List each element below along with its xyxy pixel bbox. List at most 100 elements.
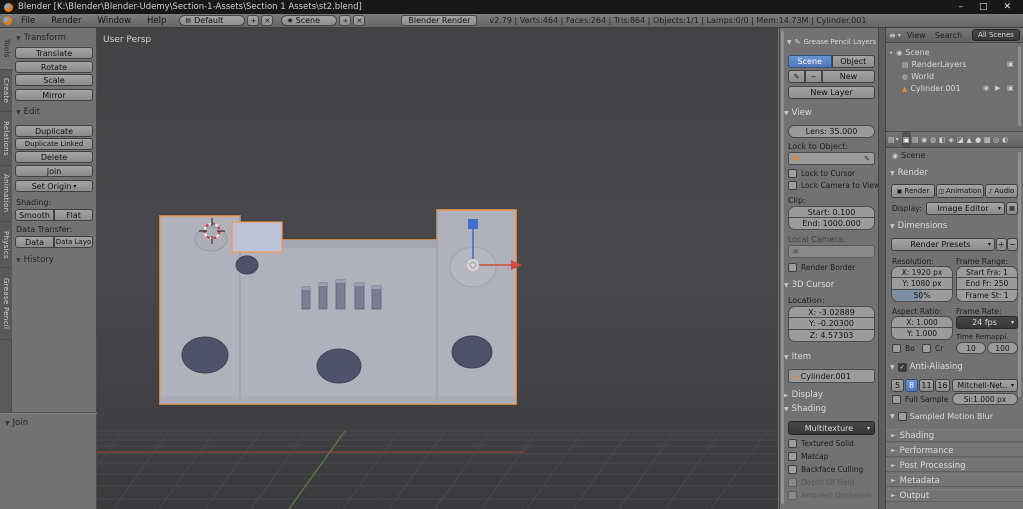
3d-cursor-panel-header[interactable]: ▼ 3D Cursor — [784, 280, 834, 290]
depth-of-field-checkbox[interactable]: Depth Of Field — [788, 478, 854, 487]
tab-scene-icon[interactable]: ◉ — [920, 132, 929, 147]
shading-panel-header[interactable]: ▼ Shading — [784, 404, 826, 414]
ambient-occlusion-checkbox[interactable]: Ambient Occlusion — [788, 491, 871, 500]
shading-collapsed-panel-header[interactable]: ► Shading — [886, 429, 1023, 442]
matcap-checkbox[interactable]: Matcap — [788, 452, 829, 461]
join-button[interactable]: Join — [15, 165, 93, 177]
aa-filter-select[interactable]: Mitchell-Net.. ▾ — [952, 379, 1018, 392]
tab-particles-icon[interactable]: ◎ — [992, 132, 1001, 147]
resolution-percentage-slider[interactable]: 50% — [891, 290, 953, 302]
minimize-button[interactable]: – — [958, 2, 963, 12]
dimensions-panel-header[interactable]: ▼ Dimensions — [890, 221, 947, 231]
sampled-motion-blur-panel-header[interactable]: ▼ Sampled Motion Blur — [890, 412, 993, 421]
remap-old-field[interactable]: 10 — [956, 342, 986, 354]
npanel-scrollbar[interactable] — [781, 31, 784, 504]
set-origin-select[interactable]: Set Origin ▾ — [15, 180, 93, 192]
border-checkbox[interactable]: Bo — [892, 344, 915, 353]
visibility-eye-icon[interactable]: ◉ — [983, 84, 989, 92]
menu-file[interactable]: File — [14, 16, 42, 26]
tab-data-icon[interactable]: ▲ — [965, 132, 974, 147]
cursor-x-field[interactable]: X: -3.02889 — [788, 306, 875, 318]
lock-to-cursor-checkbox[interactable]: Lock to Cursor — [788, 169, 855, 178]
tab-object-icon[interactable]: ◧ — [938, 132, 947, 147]
tab-physics-icon[interactable]: ◐ — [1001, 132, 1010, 147]
mirror-button[interactable]: Mirror — [15, 89, 93, 101]
audio-button[interactable]: ♪ Audio — [984, 184, 1018, 198]
add-preset-button[interactable]: + — [996, 238, 1007, 251]
gp-source-object-button[interactable]: Object — [831, 55, 875, 68]
scene-selector[interactable]: ◉ Scene — [281, 15, 338, 26]
display-panel-header[interactable]: ► Display — [784, 390, 823, 400]
viewport-3d[interactable]: User Persp — [97, 28, 778, 509]
add-scene-button[interactable]: + — [339, 15, 352, 26]
tab-constraints-icon[interactable]: ◈ — [947, 132, 956, 147]
gp-erase-button[interactable]: − — [805, 70, 822, 83]
render-engine-select[interactable]: Blender Render — [401, 15, 478, 26]
outliner-item-renderlayers[interactable]: ▤ RenderLayers — [902, 59, 967, 70]
display-screen-button[interactable]: ▦ — [1006, 202, 1018, 215]
menu-window[interactable]: Window — [91, 16, 139, 26]
full-sample-checkbox[interactable]: Full Sample — [892, 395, 948, 404]
eyedropper-icon[interactable]: ✎ — [864, 155, 870, 163]
tab-create[interactable]: Create — [0, 70, 12, 112]
tab-relations[interactable]: Relations — [0, 112, 12, 166]
outliner-filter-select[interactable]: All Scenes — [972, 29, 1020, 41]
frame-end-field[interactable]: End Fr: 250 — [956, 278, 1018, 290]
last-operator-panel-header[interactable]: ▼ Join — [5, 418, 28, 428]
backface-culling-checkbox[interactable]: Backface Culling — [788, 465, 863, 474]
close-layout-button[interactable]: ✕ — [261, 15, 274, 26]
close-scene-button[interactable]: ✕ — [353, 15, 366, 26]
tab-render-layers-icon[interactable]: ▤ — [911, 132, 920, 147]
remap-new-field[interactable]: 100 — [987, 342, 1018, 354]
delete-button[interactable]: Delete — [15, 151, 93, 163]
editor-type-icon[interactable]: ▤ — [888, 136, 895, 144]
local-camera-field[interactable]: ▣ — [788, 245, 875, 258]
panel-checkbox-icon[interactable] — [897, 412, 907, 421]
history-panel-header[interactable]: ▼ History — [16, 255, 54, 265]
gp-draw-button[interactable]: ✎ — [788, 70, 805, 83]
properties-scrollbar[interactable] — [1018, 152, 1021, 397]
tab-texture-icon[interactable]: ▩ — [983, 132, 992, 147]
add-layout-button[interactable]: + — [247, 15, 260, 26]
flat-button[interactable]: Flat — [54, 209, 93, 221]
cursor-y-field[interactable]: Y: -0.20300 — [788, 318, 875, 330]
clip-start-field[interactable]: Start: 0.100 — [788, 206, 875, 218]
outliner-item-scene[interactable]: • ◉ Scene — [889, 47, 930, 58]
view-panel-header[interactable]: ▼ View — [784, 108, 812, 118]
outliner-search-menu[interactable]: Search — [935, 31, 962, 40]
metadata-collapsed-panel-header[interactable]: ► Metadata — [886, 474, 1023, 487]
tab-world-icon[interactable]: ◍ — [929, 132, 938, 147]
textured-solid-checkbox[interactable]: Textured Solid — [788, 439, 854, 448]
render-panel-header[interactable]: ▼ Render — [890, 168, 928, 178]
tab-grease-pencil[interactable]: Grease Pencil — [0, 268, 12, 340]
render-button[interactable]: ▣ Render — [891, 184, 936, 198]
gp-source-scene-button[interactable]: Scene — [788, 55, 832, 68]
frame-rate-select[interactable]: 24 fps ▾ — [956, 316, 1018, 329]
smooth-button[interactable]: Smooth — [15, 209, 54, 221]
gp-new-layer-button[interactable]: New Layer — [788, 86, 875, 99]
tab-physics[interactable]: Physics — [0, 222, 12, 268]
maximize-button[interactable]: □ — [979, 2, 988, 12]
render-border-checkbox[interactable]: Render Border — [788, 263, 855, 272]
menu-help[interactable]: Help — [140, 16, 173, 26]
item-name-field[interactable]: ▲ Cylinder.001 — [788, 369, 875, 383]
rotate-button[interactable]: Rotate — [15, 61, 93, 73]
shading-mode-select[interactable]: Multitexture ▾ — [788, 421, 875, 435]
outliner-scrollbar[interactable] — [1018, 46, 1021, 126]
blender-menu-icon[interactable] — [3, 16, 12, 25]
cursor-z-field[interactable]: Z: 4.57303 — [788, 330, 875, 342]
renderable-toggle-icon[interactable]: ▣ — [1007, 84, 1014, 92]
lock-camera-checkbox[interactable]: Lock Camera to View — [788, 181, 880, 190]
viewport-canvas[interactable] — [97, 28, 778, 509]
post-processing-collapsed-panel-header[interactable]: ► Post Processing — [886, 459, 1023, 472]
item-panel-header[interactable]: ▼ Item — [784, 352, 811, 362]
duplicate-linked-button[interactable]: Duplicate Linked — [15, 138, 93, 150]
anti-aliasing-panel-header[interactable]: ▼ ✓ Anti-Aliasing — [890, 362, 963, 372]
frame-step-field[interactable]: Frame St: 1 — [956, 290, 1018, 302]
animation-button[interactable]: ◫ Animation — [936, 184, 984, 198]
render-presets-select[interactable]: Render Presets ▾ — [891, 238, 995, 251]
aspect-y-field[interactable]: Y: 1.000 — [891, 328, 953, 340]
scale-button[interactable]: Scale — [15, 74, 93, 86]
data-layout-button[interactable]: Data Layo — [54, 236, 93, 248]
aa-samples-16-button[interactable]: 16 — [935, 379, 950, 392]
